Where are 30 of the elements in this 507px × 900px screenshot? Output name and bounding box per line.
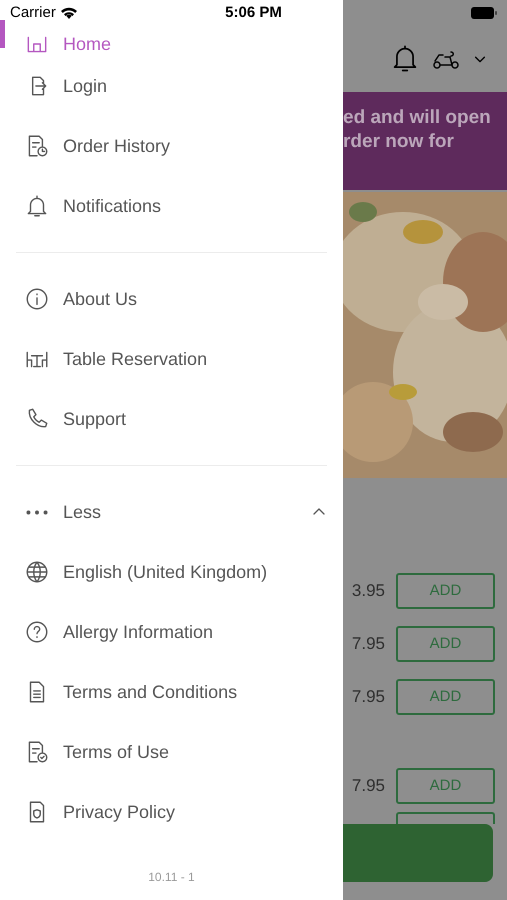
menu-item[interactable]: Terms of Use xyxy=(0,722,343,782)
price-label: 7.95 xyxy=(350,686,385,708)
price-label: 7.95 xyxy=(350,632,385,655)
menu-item[interactable]: About Us xyxy=(0,269,343,329)
menu-item[interactable]: Privacy Policy xyxy=(0,782,343,842)
question-icon xyxy=(24,619,50,645)
menu-item[interactable]: Support xyxy=(0,389,343,449)
banner-text: ed and will open xyxy=(343,106,492,130)
menu-item[interactable]: Order History xyxy=(0,116,343,176)
carrier-label: Carrier xyxy=(10,2,56,23)
more-toggle[interactable]: Less xyxy=(0,482,343,542)
banner-text: rder now for xyxy=(343,130,455,154)
wifi-icon xyxy=(60,6,78,20)
menu-item[interactable]: Notifications xyxy=(0,176,343,236)
clock: 5:06 PM xyxy=(224,2,283,23)
more-dots-icon xyxy=(26,510,48,514)
menu-item[interactable]: Table Reservation xyxy=(0,329,343,389)
version-label: 10.11 - 1 xyxy=(148,869,195,886)
checkout-bar[interactable] xyxy=(343,824,493,882)
menu-item[interactable]: Login xyxy=(0,56,343,116)
menu-item[interactable]: Terms and Conditions xyxy=(0,662,343,722)
price-label: 3.95 xyxy=(350,580,385,602)
menu-item[interactable]: English (United Kingdom) xyxy=(0,542,343,602)
selection-bar xyxy=(0,20,5,48)
price-label: 7.95 xyxy=(350,774,385,797)
battery-icon xyxy=(471,7,497,19)
globe-icon xyxy=(24,559,50,585)
menu-item[interactable]: Allergy Information xyxy=(0,602,343,662)
info-icon xyxy=(24,286,50,312)
bell-icon xyxy=(391,44,419,74)
